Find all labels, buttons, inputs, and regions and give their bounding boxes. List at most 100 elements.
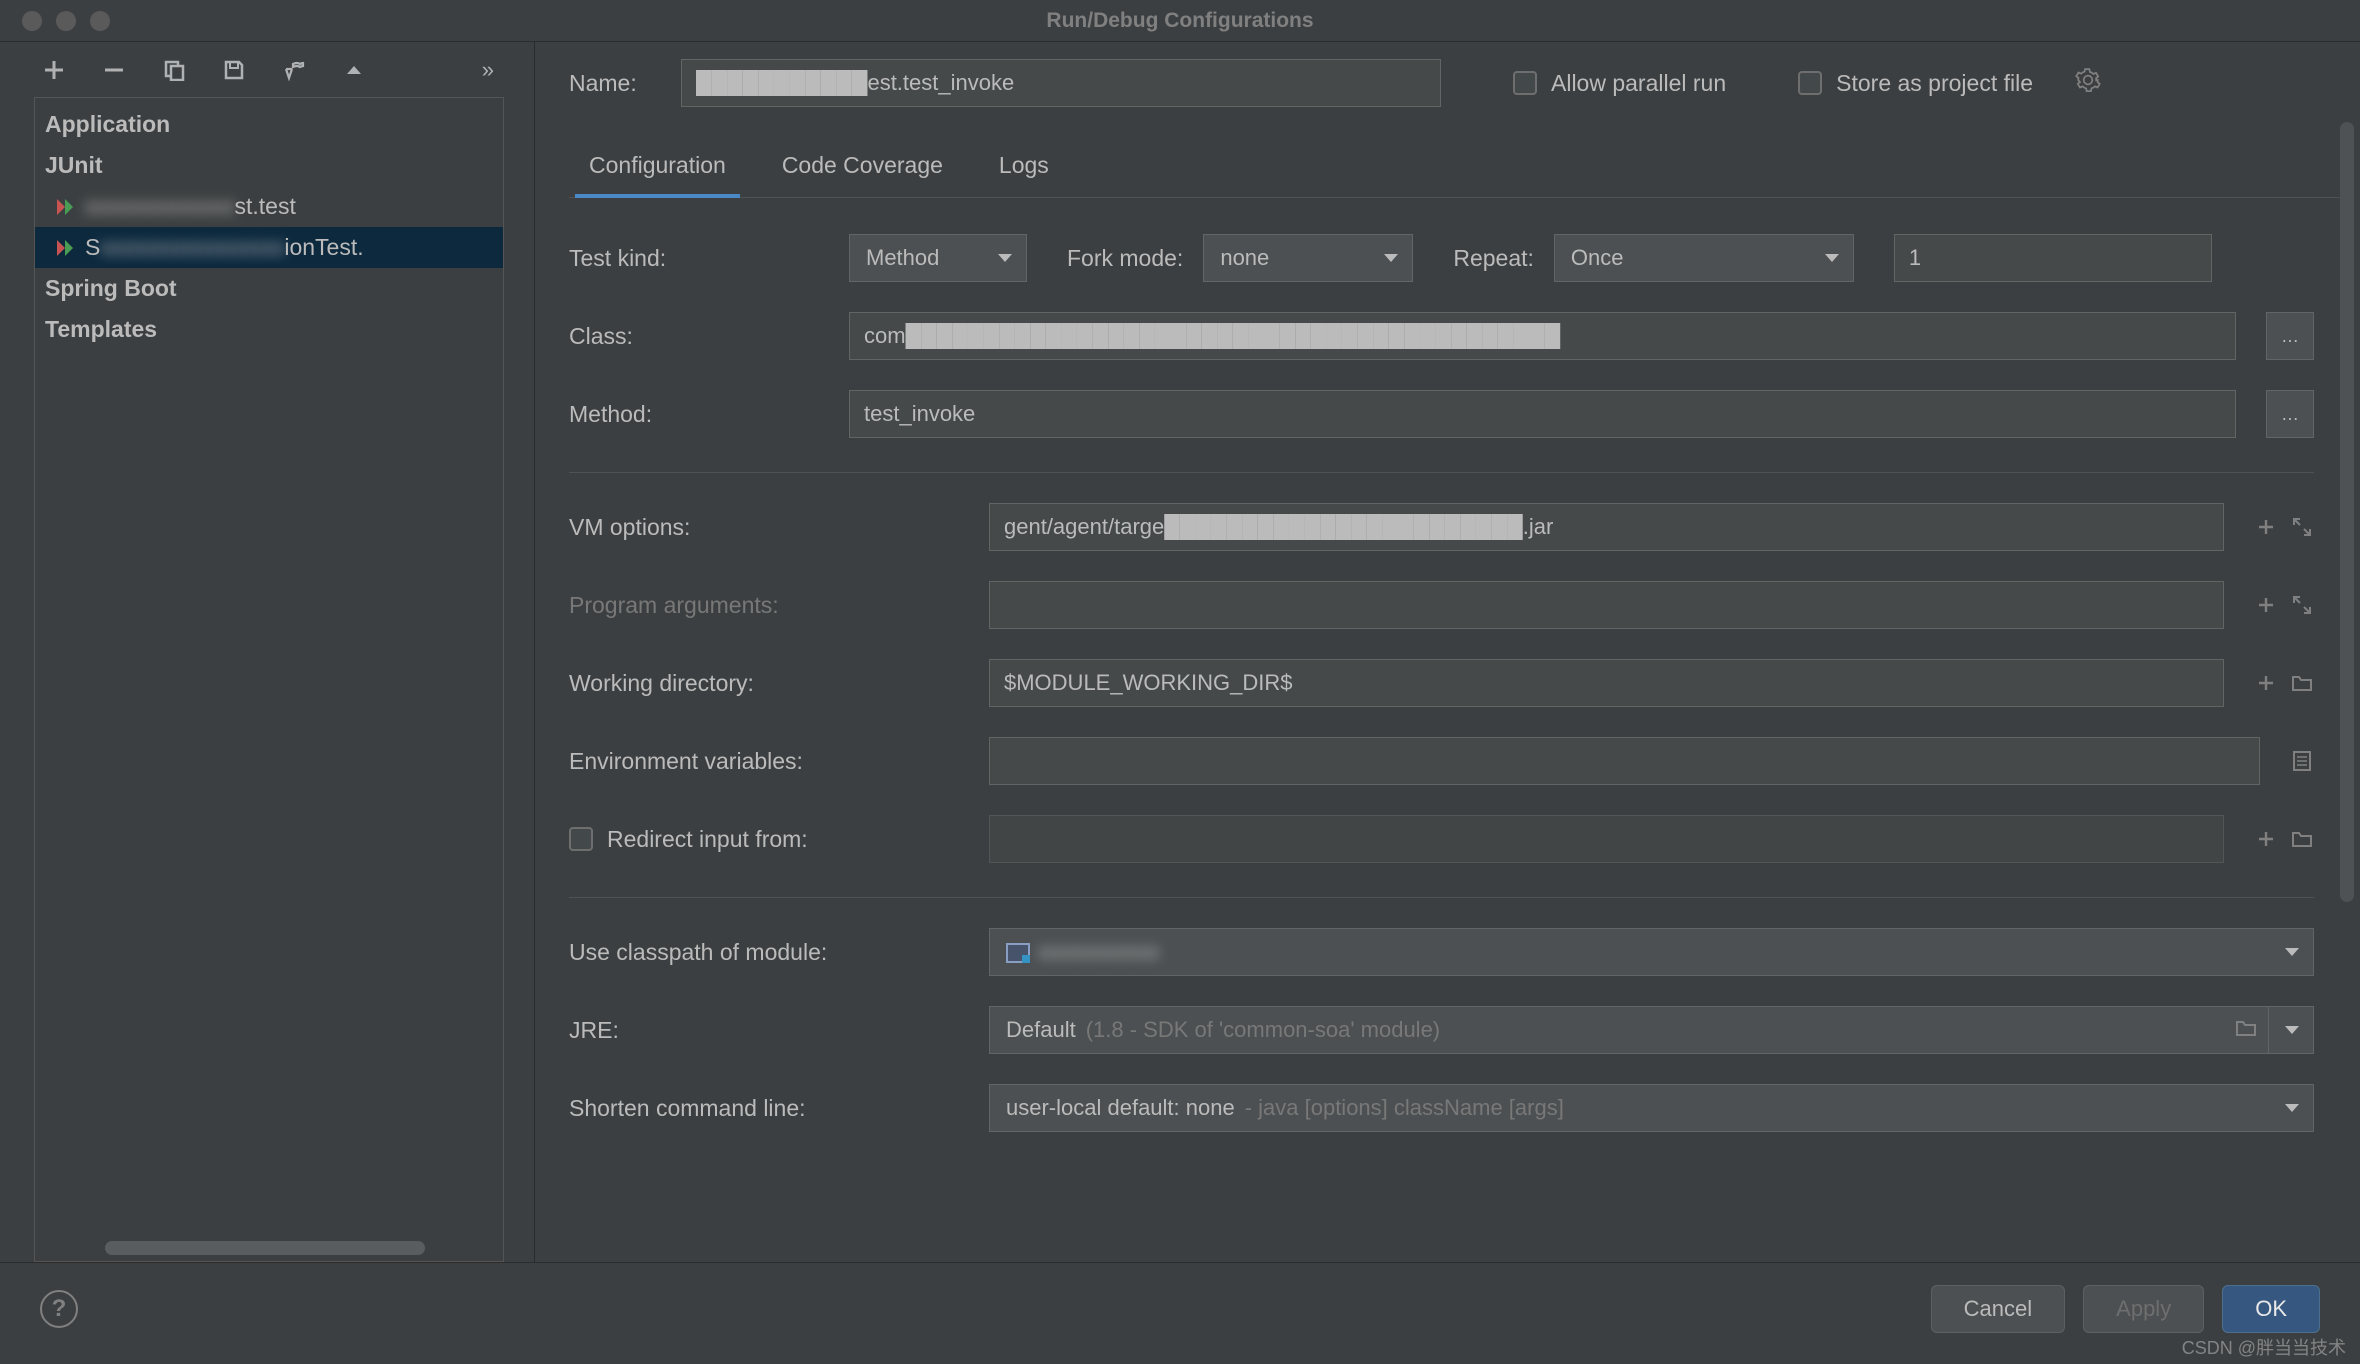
row-working-dir: Working directory:	[569, 659, 2314, 707]
working-dir-add-icon[interactable]	[2254, 671, 2278, 695]
titlebar: Run/Debug Configurations	[0, 0, 2360, 42]
class-label: Class:	[569, 323, 829, 350]
fork-mode-label: Fork mode:	[1067, 245, 1183, 272]
save-config-button[interactable]	[220, 56, 248, 84]
redirect-browse-icon[interactable]	[2290, 827, 2314, 851]
tree-leaf-label: xxxxxxxxxxxxxst.test	[85, 193, 296, 220]
content-panel: Name: Allow parallel run Store as projec…	[535, 42, 2360, 1262]
shorten-select[interactable]: user-local default: none - java [options…	[989, 1084, 2314, 1132]
tree-group-springboot[interactable]: Spring Boot	[35, 268, 503, 309]
tree-leaf-test2[interactable]: SxxxxxxxxxxxxxxxxionTest.	[35, 227, 503, 268]
row-vm-options: VM options:	[569, 503, 2314, 551]
apply-button[interactable]: Apply	[2083, 1285, 2204, 1333]
config-tree: Application JUnit xxxxxxxxxxxxxst.test S…	[34, 97, 504, 1262]
working-dir-browse-icon[interactable]	[2290, 671, 2314, 695]
tab-logs[interactable]: Logs	[995, 152, 1053, 197]
row-shorten: Shorten command line: user-local default…	[569, 1084, 2314, 1132]
settings-gear-button[interactable]	[2075, 67, 2101, 99]
jre-label: JRE:	[569, 1017, 969, 1044]
env-vars-input[interactable]	[989, 737, 2260, 785]
traffic-lights	[22, 11, 110, 31]
repeat-select[interactable]: Once	[1554, 234, 1854, 282]
row-env-vars: Environment variables:	[569, 737, 2314, 785]
method-browse-button[interactable]: …	[2266, 390, 2314, 438]
remove-config-button[interactable]	[100, 56, 128, 84]
tree-horizontal-scrollbar[interactable]	[105, 1241, 425, 1255]
row-class: Class: …	[569, 312, 2314, 360]
form-area: Test kind: Method Fork mode: none Repeat…	[569, 198, 2344, 1262]
jre-hint: (1.8 - SDK of 'common-soa' module)	[1086, 1017, 1440, 1043]
row-test-kind: Test kind: Method Fork mode: none Repeat…	[569, 234, 2314, 282]
classpath-label: Use classpath of module:	[569, 939, 969, 966]
redirect-checkbox[interactable]	[569, 827, 593, 851]
tab-code-coverage[interactable]: Code Coverage	[778, 152, 947, 197]
classpath-select[interactable]: xxxxxxxxxxx	[989, 928, 2314, 976]
tree-group-application[interactable]: Application	[35, 104, 503, 145]
name-row: Name: Allow parallel run Store as projec…	[569, 48, 2344, 118]
sidebar: » Application JUnit xxxxxxxxxxxxxst.test…	[0, 42, 535, 1262]
shorten-value: user-local default: none	[1006, 1095, 1235, 1121]
vm-options-add-icon[interactable]	[2254, 515, 2278, 539]
row-jre: JRE: Default (1.8 - SDK of 'common-soa' …	[569, 1006, 2314, 1054]
zoom-window-button[interactable]	[90, 11, 110, 31]
test-kind-select[interactable]: Method	[849, 234, 1027, 282]
working-dir-input[interactable]	[989, 659, 2224, 707]
redirect-label: Redirect input from:	[607, 826, 808, 853]
redirect-add-icon[interactable]	[2254, 827, 2278, 851]
edit-templates-button[interactable]	[280, 56, 308, 84]
store-project-group: Store as project file	[1798, 70, 2033, 97]
help-button[interactable]: ?	[40, 1290, 78, 1328]
allow-parallel-checkbox[interactable]	[1513, 71, 1537, 95]
store-project-checkbox[interactable]	[1798, 71, 1822, 95]
tab-configuration[interactable]: Configuration	[585, 152, 730, 197]
add-config-button[interactable]	[40, 56, 68, 84]
jre-select[interactable]: Default (1.8 - SDK of 'common-soa' modul…	[989, 1006, 2314, 1054]
tree-group-templates[interactable]: Templates	[35, 309, 503, 350]
method-input[interactable]	[849, 390, 2236, 438]
junit-run-icon	[53, 236, 77, 260]
test-kind-label: Test kind:	[569, 245, 829, 272]
repeat-label: Repeat:	[1453, 245, 1534, 272]
jre-browse-icon[interactable]	[2235, 1017, 2257, 1043]
row-classpath: Use classpath of module: xxxxxxxxxxx	[569, 928, 2314, 976]
working-dir-label: Working directory:	[569, 670, 969, 697]
fork-mode-select[interactable]: none	[1203, 234, 1413, 282]
minimize-window-button[interactable]	[56, 11, 76, 31]
copy-config-button[interactable]	[160, 56, 188, 84]
window-title: Run/Debug Configurations	[1046, 9, 1313, 33]
name-input[interactable]	[681, 59, 1441, 107]
program-args-label: Program arguments:	[569, 592, 969, 619]
tree-leaf-test1[interactable]: xxxxxxxxxxxxxst.test	[35, 186, 503, 227]
program-args-input[interactable]	[989, 581, 2224, 629]
store-project-label: Store as project file	[1836, 70, 2033, 97]
class-browse-button[interactable]: …	[2266, 312, 2314, 360]
vm-options-expand-icon[interactable]	[2290, 515, 2314, 539]
expand-toolbar-button[interactable]: »	[482, 57, 494, 83]
class-input[interactable]	[849, 312, 2236, 360]
move-up-button[interactable]	[340, 56, 368, 84]
shorten-hint: - java [options] className [args]	[1245, 1095, 1564, 1121]
env-vars-label: Environment variables:	[569, 748, 969, 775]
ok-button[interactable]: OK	[2222, 1285, 2320, 1333]
repeat-count-input[interactable]	[1894, 234, 2212, 282]
watermark: CSDN @胖当当技术	[2182, 1334, 2346, 1360]
program-args-expand-icon[interactable]	[2290, 593, 2314, 617]
jre-value: Default	[1006, 1017, 1076, 1043]
tree-leaf-label: SxxxxxxxxxxxxxxxxionTest.	[85, 234, 364, 261]
content-vertical-scrollbar[interactable]	[2340, 122, 2354, 902]
sidebar-toolbar: »	[0, 42, 534, 97]
footer: ? Cancel Apply OK	[0, 1262, 2360, 1354]
vm-options-input[interactable]	[989, 503, 2224, 551]
tree-group-junit[interactable]: JUnit	[35, 145, 503, 186]
classpath-value: xxxxxxxxxxx	[1038, 939, 1159, 965]
method-label: Method:	[569, 401, 829, 428]
redirect-input[interactable]	[989, 815, 2224, 863]
env-vars-list-icon[interactable]	[2290, 749, 2314, 773]
close-window-button[interactable]	[22, 11, 42, 31]
divider-2	[569, 897, 2314, 898]
row-method: Method: …	[569, 390, 2314, 438]
program-args-add-icon[interactable]	[2254, 593, 2278, 617]
name-label: Name:	[569, 70, 659, 97]
tabs: Configuration Code Coverage Logs	[569, 152, 2344, 198]
cancel-button[interactable]: Cancel	[1931, 1285, 2065, 1333]
